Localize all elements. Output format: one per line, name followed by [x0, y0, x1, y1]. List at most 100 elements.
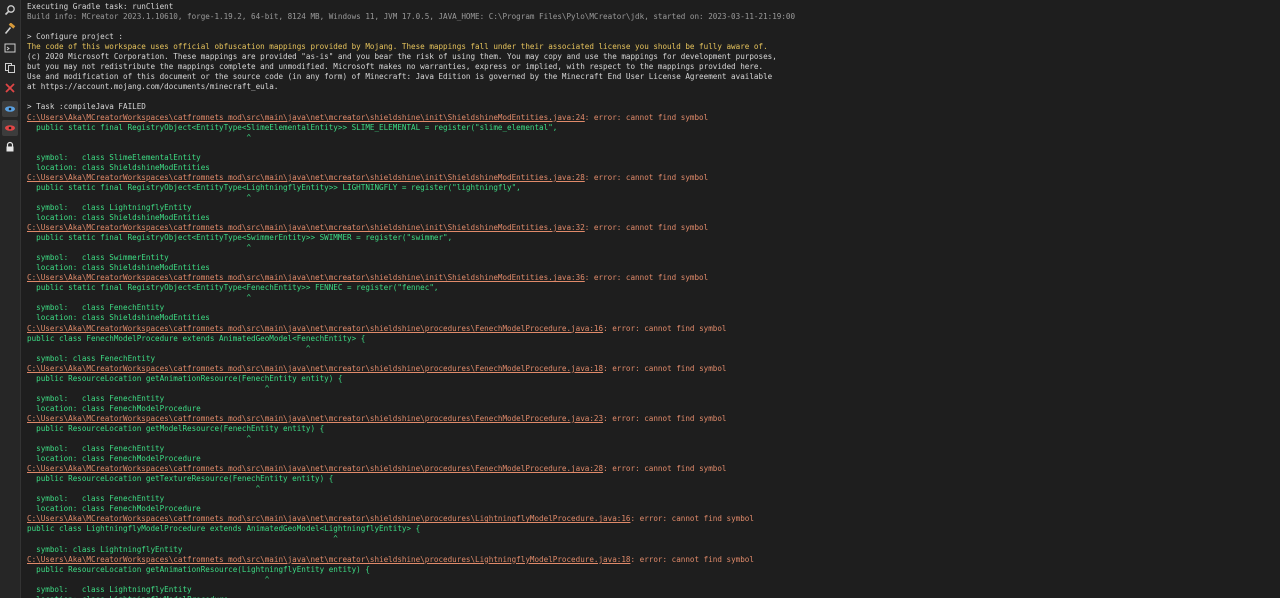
console-text: ^: [27, 484, 261, 494]
console-line: ^: [27, 344, 1268, 354]
console-line: ^: [27, 133, 1268, 143]
console-toolbar: [0, 0, 21, 598]
console-text: Build info: MCreator 2023.1.10610, forge…: [27, 12, 796, 22]
console-text: ^: [27, 243, 252, 253]
console-text: public static final RegistryObject<Entit…: [27, 182, 521, 192]
console-line: symbol: class LightningflyEntity: [27, 203, 1268, 213]
console-line: but you may not redistribute the mapping…: [27, 62, 1268, 72]
console-text: : error: cannot find symbol: [603, 464, 727, 474]
clear-button[interactable]: [2, 80, 18, 96]
console-text: ^: [27, 534, 338, 544]
console-text: public class LightningflyModelProcedure …: [27, 524, 421, 534]
hammer-icon: [4, 23, 16, 35]
search-button[interactable]: [2, 2, 18, 18]
console-text: > Task :compileJava FAILED: [27, 102, 146, 112]
console-text: location: class ShieldshineModEntities: [27, 162, 210, 172]
console-line: location: class ShieldshineModEntities: [27, 213, 1268, 223]
console-text: : error: cannot find symbol: [584, 172, 709, 182]
show-output-toggle[interactable]: [2, 101, 18, 117]
error-file-link[interactable]: C:\Users\Aka\MCreatorWorkspaces\catfromn…: [27, 173, 585, 182]
console-text: symbol: class FenechEntity: [27, 353, 156, 363]
console-text: location: class ShieldshineModEntities: [27, 263, 210, 273]
console-text: symbol: class FenechEntity: [27, 444, 165, 454]
console-text: ^: [27, 343, 311, 353]
close-icon: [5, 83, 15, 93]
error-file-link[interactable]: C:\Users\Aka\MCreatorWorkspaces\catfromn…: [27, 364, 603, 373]
build-button[interactable]: [2, 21, 18, 37]
console-scrollbar[interactable]: [1272, 0, 1280, 598]
eye-icon: [5, 106, 15, 112]
error-file-link[interactable]: C:\Users\Aka\MCreatorWorkspaces\catfromn…: [27, 113, 585, 122]
console-text: public static final RegistryObject<Entit…: [27, 122, 558, 132]
console-line: at https://account.mojang.com/documents/…: [27, 82, 1268, 92]
console-text: ^: [27, 434, 252, 444]
error-file-link[interactable]: C:\Users\Aka\MCreatorWorkspaces\catfromn…: [27, 223, 585, 232]
console-text: ^: [27, 192, 252, 202]
console-text: location: class FenechModelProcedure: [27, 403, 201, 413]
console-line: ^: [27, 384, 1268, 394]
console-text: : error: cannot find symbol: [603, 413, 727, 423]
console-line: public static final RegistryObject<Entit…: [27, 123, 1268, 133]
console-text: public ResourceLocation getAnimationReso…: [27, 564, 370, 574]
console-line: location: class ShieldshineModEntities: [27, 313, 1268, 323]
console-text: location: class FenechModelProcedure: [27, 504, 201, 514]
console-line: C:\Users\Aka\MCreatorWorkspaces\catfromn…: [27, 414, 1268, 424]
console-text: public static final RegistryObject<Entit…: [27, 283, 439, 293]
console-text: symbol: class LightningflyEntity: [27, 584, 192, 594]
lock-scroll-button[interactable]: [2, 139, 18, 155]
console-line: ^: [27, 534, 1268, 544]
error-file-link[interactable]: C:\Users\Aka\MCreatorWorkspaces\catfromn…: [27, 273, 585, 282]
hide-output-toggle[interactable]: [2, 120, 18, 136]
error-file-link[interactable]: C:\Users\Aka\MCreatorWorkspaces\catfromn…: [27, 324, 603, 333]
console-line: symbol: class LightningflyEntity: [27, 545, 1268, 555]
console-text: location: class FenechModelProcedure: [27, 454, 201, 464]
console-line: C:\Users\Aka\MCreatorWorkspaces\catfromn…: [27, 464, 1268, 474]
console-line: location: class FenechModelProcedure: [27, 454, 1268, 464]
console-line: location: class FenechModelProcedure: [27, 404, 1268, 414]
console-line: symbol: class FenechEntity: [27, 354, 1268, 364]
console-text: symbol: class FenechEntity: [27, 303, 165, 313]
console-line: C:\Users\Aka\MCreatorWorkspaces\catfromn…: [27, 113, 1268, 123]
console-line: Executing Gradle task: runClient: [27, 2, 1268, 12]
console-line: C:\Users\Aka\MCreatorWorkspaces\catfromn…: [27, 223, 1268, 233]
console-line: public static final RegistryObject<Entit…: [27, 183, 1268, 193]
console-text: symbol: class SlimeElementalEntity: [27, 152, 201, 162]
console-line: symbol: class SwimmerEntity: [27, 253, 1268, 263]
terminal-button[interactable]: [2, 40, 18, 56]
console-line: symbol: class FenechEntity: [27, 303, 1268, 313]
console-line: symbol: class SlimeElementalEntity: [27, 153, 1268, 163]
console-line: Use and modification of this document or…: [27, 72, 1268, 82]
console-text: ^: [27, 132, 252, 142]
console-text: ^: [27, 293, 252, 303]
console-line: public static final RegistryObject<Entit…: [27, 233, 1268, 243]
console-output[interactable]: Executing Gradle task: runClient Build in…: [27, 2, 1268, 598]
console-line: C:\Users\Aka\MCreatorWorkspaces\catfromn…: [27, 273, 1268, 283]
console-text: public ResourceLocation getAnimationReso…: [27, 373, 343, 383]
console-text: ^: [27, 383, 270, 393]
console-text: : error: cannot find symbol: [603, 323, 727, 333]
error-file-link[interactable]: C:\Users\Aka\MCreatorWorkspaces\catfromn…: [27, 514, 630, 523]
console-text: : error: cannot find symbol: [584, 273, 709, 283]
console-text: symbol: class LightningflyEntity: [27, 544, 183, 554]
console-line: ^: [27, 193, 1268, 203]
console-text: : error: cannot find symbol: [603, 363, 727, 373]
console-text: : error: cannot find symbol: [584, 223, 709, 233]
console-text: location: class ShieldshineModEntities: [27, 212, 210, 222]
error-file-link[interactable]: C:\Users\Aka\MCreatorWorkspaces\catfromn…: [27, 464, 603, 473]
error-file-link[interactable]: C:\Users\Aka\MCreatorWorkspaces\catfromn…: [27, 414, 603, 423]
copy-button[interactable]: [2, 60, 18, 76]
terminal-icon: [4, 43, 16, 53]
error-file-link[interactable]: C:\Users\Aka\MCreatorWorkspaces\catfromn…: [27, 555, 630, 564]
console-text: symbol: class SwimmerEntity: [27, 253, 169, 263]
console-line: location: class ShieldshineModEntities: [27, 163, 1268, 173]
console-line: ^: [27, 434, 1268, 444]
lock-icon: [6, 141, 14, 152]
console-line: public ResourceLocation getAnimationReso…: [27, 565, 1268, 575]
console-line: C:\Users\Aka\MCreatorWorkspaces\catfromn…: [27, 364, 1268, 374]
console-text: ^: [27, 574, 270, 584]
console-line: symbol: class LightningflyEntity: [27, 585, 1268, 595]
console-line: (c) 2020 Microsoft Corporation. These ma…: [27, 52, 1268, 62]
console-line: symbol: class FenechEntity: [27, 394, 1268, 404]
console-text: public ResourceLocation getModelResource…: [27, 423, 325, 433]
